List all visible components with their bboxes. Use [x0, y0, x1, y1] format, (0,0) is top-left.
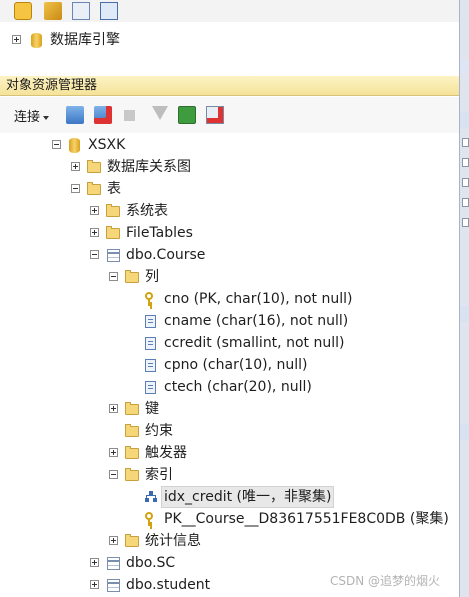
panel-tab[interactable]	[460, 60, 469, 74]
registered-servers-toolbar	[0, 0, 459, 22]
collapse-icon[interactable]	[71, 184, 80, 193]
tree-item-label: dbo.student	[126, 577, 211, 593]
collapse-icon[interactable]	[52, 140, 61, 149]
tree-item-label: XSXK	[88, 137, 126, 153]
folder-icon	[87, 160, 101, 173]
document-icon	[462, 218, 469, 227]
folder-icon	[106, 204, 120, 217]
object-explorer-toolbar: 连接	[0, 97, 459, 134]
folder-icon	[125, 468, 139, 481]
database-engine-icon	[31, 33, 42, 48]
tree-item-label: 统计信息	[145, 533, 201, 549]
tree-item-label: ccredit (smallint, not null)	[164, 335, 345, 351]
column-icon	[145, 315, 156, 328]
chevron-down-icon	[43, 115, 50, 120]
refresh-icon[interactable]	[178, 106, 196, 124]
document-icon	[462, 178, 469, 187]
expand-icon[interactable]	[71, 162, 80, 171]
database-engine-icon[interactable]	[14, 2, 32, 20]
object-explorer-title: 对象资源管理器	[0, 76, 459, 96]
collapse-icon[interactable]	[109, 470, 118, 479]
tree-item-label: 数据库引擎	[50, 32, 120, 48]
folder-icon	[125, 446, 139, 459]
table-icon	[107, 249, 120, 262]
collapse-icon[interactable]	[90, 250, 99, 259]
panel-header	[460, 424, 469, 440]
watermark: CSDN @追梦的烟火	[330, 574, 441, 588]
folder-icon	[106, 226, 120, 239]
analysis-services-icon[interactable]	[44, 2, 62, 20]
collapse-icon[interactable]	[109, 272, 118, 281]
connect-label: 连接	[14, 110, 41, 125]
disconnect-icon[interactable]	[94, 106, 112, 124]
tree-item-label: 索引	[145, 467, 173, 483]
expand-icon[interactable]	[90, 580, 99, 589]
connect-object-explorer-icon[interactable]	[66, 106, 84, 124]
tree-item-label: 表	[107, 181, 121, 197]
index-icon	[144, 490, 158, 504]
connect-button[interactable]: 连接	[14, 106, 50, 125]
reporting-services-icon[interactable]	[72, 2, 90, 20]
filter-icon[interactable]	[152, 106, 168, 120]
tree-item-label: 键	[145, 401, 159, 417]
folder-icon	[125, 534, 139, 547]
expand-icon[interactable]	[109, 448, 118, 457]
tree-item-label: cname (char(16), not null)	[164, 313, 349, 329]
panel-header	[460, 306, 469, 322]
folder-icon	[125, 270, 139, 283]
expand-icon[interactable]	[90, 228, 99, 237]
document-icon	[462, 198, 469, 207]
tree-item-label: idx_credit (唯一，非聚集)	[161, 486, 335, 508]
document-icon	[462, 158, 469, 167]
tree-item-label: PK__Course__D83617551FE8C0DB (聚集)	[164, 511, 449, 527]
folder-icon	[125, 424, 139, 437]
tree-item-label: ctech (char(20), null)	[164, 379, 312, 395]
primary-key-icon	[144, 511, 158, 527]
tree-item-label: 数据库关系图	[107, 159, 191, 175]
primary-key-icon	[144, 291, 158, 307]
table-icon	[107, 579, 120, 592]
integration-services-icon[interactable]	[100, 2, 118, 20]
folder-icon	[87, 182, 101, 195]
expand-icon[interactable]	[90, 558, 99, 567]
registered-servers-pane: 数据库引擎	[0, 22, 459, 77]
tree-item-label: 列	[145, 269, 159, 285]
tree-item-label: 系统表	[126, 203, 168, 219]
stop-icon[interactable]	[124, 110, 135, 121]
object-explorer-tree: XSXK 数据库关系图 表 系统表 FileTables dbo.Course …	[0, 133, 459, 597]
expand-icon[interactable]	[109, 404, 118, 413]
tree-item-label: 约束	[145, 423, 173, 439]
table-icon	[107, 557, 120, 570]
tree-item-label: dbo.SC	[126, 555, 176, 571]
database-icon	[69, 138, 80, 153]
adjacent-panel-edge	[459, 0, 469, 597]
document-icon	[462, 138, 469, 147]
tree-item-label: 触发器	[145, 445, 187, 461]
folder-icon	[125, 402, 139, 415]
expand-icon[interactable]	[90, 206, 99, 215]
column-icon	[145, 337, 156, 350]
expand-icon[interactable]	[12, 35, 21, 44]
tree-item-label: FileTables	[126, 225, 193, 241]
tree-item-label: cno (PK, char(10), not null)	[164, 291, 353, 307]
column-icon	[145, 381, 156, 394]
panel-header	[460, 112, 469, 128]
column-icon	[145, 359, 156, 372]
tree-item-label: dbo.Course	[126, 247, 206, 263]
tree-item-label: cpno (char(10), null)	[164, 357, 308, 373]
expand-icon[interactable]	[109, 536, 118, 545]
activity-monitor-icon[interactable]	[206, 106, 224, 124]
